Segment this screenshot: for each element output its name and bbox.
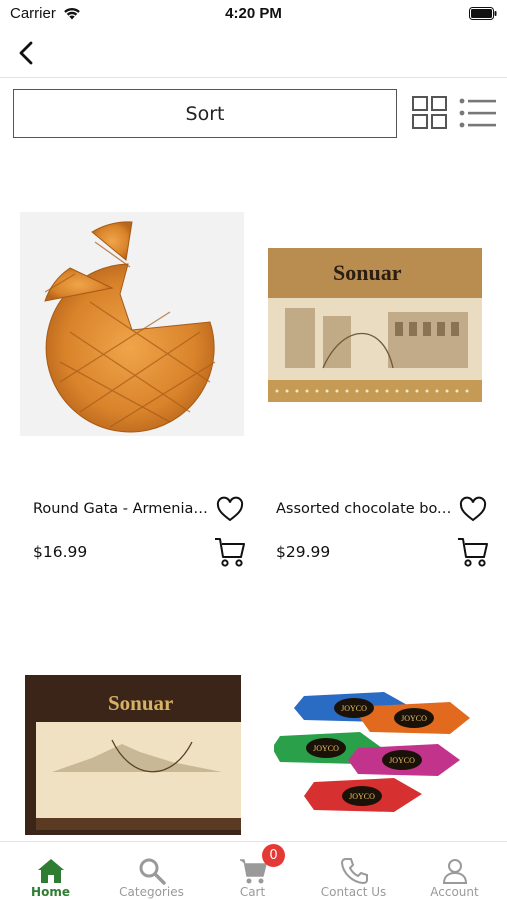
tab-cart[interactable]: Cart: [202, 842, 303, 900]
toolbar: Sort: [0, 89, 507, 139]
tab-contact-us[interactable]: Contact Us: [303, 842, 404, 900]
search-icon: [139, 858, 166, 885]
sonuar-logo: Sonuar: [333, 260, 402, 285]
heart-icon: [459, 496, 487, 522]
status-bar: Carrier 4:20 PM: [0, 0, 507, 28]
product-image-round-gata[interactable]: [20, 212, 244, 436]
joyco-label: JOYCO: [313, 744, 339, 753]
product-card[interactable]: JOYCO JOYCO JOYCO JOYCO JOYCO: [274, 686, 507, 841]
product-image-sonuar-gold-box[interactable]: Sonuar: [263, 212, 489, 438]
cart-icon: [458, 538, 488, 567]
list-icon: [459, 98, 496, 128]
list-view-button[interactable]: [458, 95, 498, 131]
product-card[interactable]: Round Gata - Armenian P... $16.99: [20, 212, 260, 572]
product-price: $16.99: [33, 543, 88, 561]
joyco-label: JOYCO: [401, 714, 427, 723]
chevron-left-icon: [19, 41, 33, 65]
cart-icon: [215, 538, 245, 567]
sort-button[interactable]: Sort: [13, 89, 397, 138]
status-time: 4:20 PM: [225, 5, 282, 22]
sonuar-logo: Sonuar: [108, 691, 173, 715]
product-card[interactable]: Sonuar Assorted chocolate box "... $29.9…: [263, 212, 503, 572]
user-icon: [442, 859, 467, 884]
tab-label: Categories: [119, 885, 184, 899]
home-icon: [37, 859, 64, 883]
product-name[interactable]: Assorted chocolate box "...: [276, 501, 456, 517]
bottom-tab-bar: Home Categories Cart Contact Us Account: [0, 841, 507, 900]
cart-icon: [239, 859, 267, 884]
product-name[interactable]: Round Gata - Armenian P...: [33, 501, 213, 517]
favorite-button[interactable]: [216, 496, 244, 524]
add-to-cart-button[interactable]: [214, 535, 246, 569]
heart-icon: [216, 496, 244, 522]
grid-view-button[interactable]: [411, 95, 449, 131]
joyco-label: JOYCO: [389, 756, 415, 765]
add-to-cart-button[interactable]: [457, 535, 489, 569]
tab-label: Account: [430, 885, 479, 899]
favorite-button[interactable]: [459, 496, 487, 524]
product-price: $29.99: [276, 543, 331, 561]
joyco-label: JOYCO: [341, 704, 367, 713]
tab-label: Contact Us: [320, 885, 387, 899]
product-card[interactable]: Sonuar: [22, 672, 262, 841]
grid-icon: [412, 96, 447, 129]
tab-account[interactable]: Account: [404, 842, 505, 900]
navigation-bar: [0, 28, 507, 78]
product-image-sonuar-brown-box[interactable]: Sonuar: [22, 672, 242, 841]
product-image-joyco-candies[interactable]: JOYCO JOYCO JOYCO JOYCO JOYCO: [274, 686, 474, 826]
back-button[interactable]: [12, 38, 40, 68]
tab-label: Cart: [239, 885, 266, 899]
cart-count-badge: 0: [262, 844, 285, 867]
joyco-label: JOYCO: [349, 792, 375, 801]
tab-home[interactable]: Home: [0, 842, 101, 900]
phone-icon: [340, 858, 368, 885]
tab-categories[interactable]: Categories: [101, 842, 202, 900]
battery-icon: [469, 7, 497, 25]
tab-label: Home: [31, 885, 70, 899]
